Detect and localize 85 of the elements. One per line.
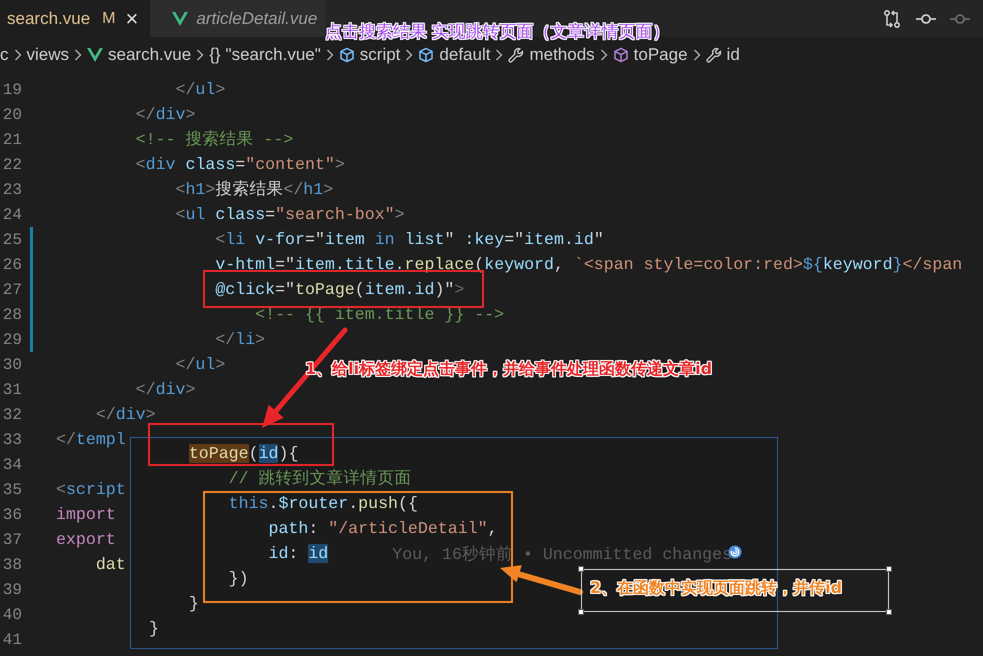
code-line: </ul>	[176, 80, 226, 99]
resize-handle[interactable]	[578, 566, 584, 572]
wrench-icon	[508, 47, 524, 63]
resize-handle[interactable]	[886, 609, 892, 615]
line-number: 30	[2, 356, 22, 374]
code-line: </ul>	[176, 355, 226, 374]
code-line: </li>	[215, 330, 266, 349]
vue-icon	[172, 12, 188, 26]
breadcrumb-item[interactable]: toPage	[612, 45, 688, 65]
breadcrumb-item[interactable]: views	[26, 45, 70, 65]
cube-icon	[612, 47, 629, 63]
line-number: 29	[2, 330, 22, 348]
vue-icon	[87, 48, 104, 62]
code-line: @click="toPage(item.id)">	[215, 280, 464, 299]
code-line: // 跳转到文章详情页面	[228, 469, 412, 488]
code-line: export	[56, 530, 116, 549]
code-line: <h1>搜索结果</h1>	[176, 180, 334, 199]
editor-tab[interactable]: articleDetail.vue	[150, 0, 326, 37]
close-button[interactable]: ×	[124, 8, 140, 30]
breadcrumb-item[interactable]: script	[338, 45, 400, 65]
chevron-icon	[692, 49, 701, 61]
git-compare-icon[interactable]	[881, 8, 903, 30]
line-number: 20	[2, 106, 22, 124]
code-line: </div>	[96, 405, 156, 424]
chevron-icon	[405, 49, 414, 61]
line-number: 35	[2, 480, 22, 498]
breadcrumb-item[interactable]: id	[706, 45, 740, 65]
line-number: 19	[2, 80, 22, 98]
code-line: <ul class="search-box">	[176, 205, 405, 224]
code-line: <script	[56, 480, 126, 499]
code-line: }	[149, 619, 159, 638]
breadcrumb-item[interactable]: default	[418, 45, 490, 65]
line-number: 26	[2, 256, 22, 274]
line-number: 22	[2, 156, 22, 174]
code-line: <div class="content">	[136, 155, 345, 174]
line-number: 34	[2, 456, 22, 474]
line-number: 31	[2, 380, 22, 398]
breadcrumb-item[interactable]: search.vue	[87, 45, 192, 65]
chevron-icon	[14, 49, 22, 61]
blame-annotation: You, 16秒钟前 • Uncommitted changes	[392, 544, 732, 564]
chevron-icon	[74, 49, 82, 61]
cube-icon	[418, 47, 434, 63]
editor-tab[interactable]: search.vue M ×	[0, 0, 150, 37]
line-number: 39	[2, 580, 22, 598]
code-line: })	[228, 569, 249, 588]
wrench-icon	[706, 47, 722, 63]
line-number: 37	[2, 530, 22, 548]
code-line: id: id	[268, 544, 328, 563]
line-number: 36	[2, 506, 22, 524]
line-number: 21	[2, 130, 22, 148]
code-line: </div>	[136, 105, 196, 124]
code-line: import	[56, 505, 116, 524]
resize-handle[interactable]	[578, 609, 584, 615]
code-line: this.$router.push({	[228, 494, 418, 513]
code-line: }	[188, 594, 199, 613]
breadcrumb-item[interactable]: c	[0, 45, 8, 65]
code-line: toPage(id){	[188, 444, 298, 463]
caption: 点击搜索结果 实现跳转页面（文章详情页面）	[325, 21, 670, 43]
chevron-icon	[495, 49, 504, 61]
line-number: 23	[2, 180, 22, 198]
line-number: 24	[2, 206, 22, 224]
breadcrumb-item[interactable]: methods	[508, 45, 595, 65]
modified-label: M	[102, 10, 116, 28]
code-line: <li v-for="item in list" :key="item.id"	[215, 230, 604, 249]
resize-handle[interactable]	[886, 566, 892, 572]
breadcrumb-item[interactable]: {} "search.vue"	[209, 45, 321, 65]
code-line: path: "/articleDetail",	[268, 519, 498, 538]
line-number: 27	[2, 280, 22, 298]
line-number: 28	[2, 306, 22, 324]
annotation-text: 2、在函数中实现页面跳转，并传id	[590, 578, 842, 599]
chevron-icon	[196, 49, 204, 61]
line-number: 40	[2, 606, 22, 624]
code-line: </templ	[56, 430, 126, 449]
line-number: 38	[2, 556, 22, 574]
line-number: 41	[2, 630, 22, 648]
line-number: 33	[2, 430, 22, 448]
chevron-icon	[600, 49, 608, 61]
cube-icon	[338, 47, 355, 63]
chevron-icon	[326, 49, 334, 61]
code-line: dat	[96, 555, 126, 574]
braces-icon: {}	[209, 45, 221, 65]
code-line: <!-- 搜索结果 -->	[136, 130, 294, 149]
line-number: 25	[2, 230, 22, 248]
line-number: 32	[2, 406, 22, 424]
code-line: </div>	[136, 380, 196, 399]
